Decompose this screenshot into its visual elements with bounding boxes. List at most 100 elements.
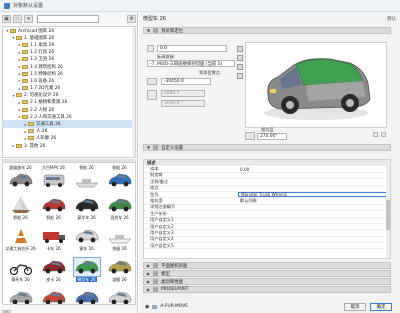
row-value[interactable] <box>238 230 390 235</box>
cancel-button[interactable]: 取消 <box>344 303 366 311</box>
folder-icon <box>22 42 28 47</box>
section-model[interactable]: ▶ 模型 <box>143 270 391 277</box>
tree-item[interactable]: ▸ 人 26 <box>3 128 135 135</box>
offset-field[interactable]: -30450.0 <box>161 78 211 85</box>
tree-item[interactable]: ▸ 1.5 特殊结构 26 <box>3 70 135 77</box>
dropdown-chevron-icon[interactable]: ▾ <box>24 15 33 23</box>
folder-icon <box>10 28 16 33</box>
object-thumbnail[interactable]: 大巴MPV 26 <box>38 164 69 195</box>
tree-item[interactable]: ▸ 2.2 人物 26 <box>3 106 135 113</box>
floor-plan-view-icon[interactable] <box>237 46 243 52</box>
tree-item[interactable]: ▸ 3. 其他 26 <box>3 142 135 149</box>
object-thumbnail[interactable]: 游艇 26 <box>104 257 135 288</box>
object-thumbnail[interactable]: 豪华车 26 <box>71 195 102 226</box>
tree-item[interactable]: ▸ 1.7 2D元素 26 <box>3 85 135 92</box>
tree-item[interactable]: ▾ Archicad 图库 26 <box>3 27 135 34</box>
section-floor-plan[interactable]: ▶ 平面图和剖面 <box>143 262 391 269</box>
object-thumbnail[interactable]: 帆船 26 <box>5 195 36 226</box>
row-value[interactable]: 默认列表 <box>238 198 390 203</box>
scrollbar-thumb[interactable] <box>386 200 390 230</box>
axonometric-view-icon[interactable] <box>237 55 243 61</box>
elevation-field[interactable]: 0.0 <box>157 45 227 52</box>
tree-item[interactable]: ▸ 1.1 家具 26 <box>3 41 135 48</box>
row-value[interactable] <box>238 237 390 242</box>
library-search-input[interactable] <box>37 15 99 23</box>
object-thumbnail[interactable] <box>38 288 69 304</box>
row-value[interactable] <box>238 186 390 191</box>
collapse-arrow-icon: ▼ <box>147 145 151 150</box>
tree-item[interactable]: ▸ 1.2 灯具 26 <box>3 49 135 56</box>
view-mode-icon[interactable]: ▤ <box>2 309 11 313</box>
ok-button[interactable]: 确定 <box>370 303 392 311</box>
tree-item[interactable]: ▸ 人轮廓 26 <box>3 135 135 142</box>
object-thumbnail[interactable]: 帆船 26 <box>104 164 135 195</box>
angle-field[interactable]: 270.00° <box>257 133 287 140</box>
object-thumbnail[interactable]: 交通工具拉杆 26 <box>5 226 36 257</box>
mirror-icon[interactable] <box>381 132 386 137</box>
object-thumbnail[interactable]: 帆船 26 <box>71 164 102 195</box>
row-value[interactable] <box>238 224 390 229</box>
row-value[interactable] <box>238 205 390 210</box>
tree-item[interactable]: ▸ 1.4 建筑结构 26 <box>3 63 135 70</box>
thumbnail-label: 皮卡 26 <box>46 277 61 282</box>
object-thumbnail[interactable]: 卡车 26 <box>38 226 69 257</box>
object-thumbnail[interactable]: 混合车 26 <box>104 195 135 226</box>
folder-icon[interactable]: ▣ <box>2 15 11 23</box>
section-modelport[interactable]: ▶ MODELPORT <box>143 286 391 293</box>
window-title: 对象默认设置 <box>13 3 44 9</box>
depth-field[interactable]: 1666.0 <box>161 100 205 107</box>
tree-item[interactable]: ▾ 2.3 人和交通工具 26 <box>3 113 135 120</box>
section-category[interactable]: ▶ 类别和性能 <box>143 278 391 285</box>
row-value[interactable]: 0.00 <box>238 166 390 172</box>
object-thumbnail[interactable]: 帆船 26 <box>38 195 69 226</box>
section-preview-positioning[interactable]: ▼ 预览和定位 <box>143 27 391 34</box>
table-scrollbar[interactable] <box>386 160 390 258</box>
front-view-icon[interactable] <box>237 64 243 70</box>
object-thumbnail[interactable]: 快艇 26 <box>104 226 135 257</box>
section-title: 自定义设置 <box>161 145 184 151</box>
object-thumbnail[interactable]: 客车 26 <box>71 226 102 257</box>
favorites-icon[interactable]: ☆ <box>13 15 22 23</box>
visibility-icon[interactable]: ◉ <box>145 304 149 310</box>
object-thumbnail[interactable]: 微型车 26 <box>71 257 102 288</box>
row-value[interactable] <box>238 179 390 184</box>
tree-scrollbar[interactable] <box>132 27 135 157</box>
object-thumbnail[interactable] <box>5 288 36 304</box>
row-value[interactable] <box>238 218 390 223</box>
custom-section-icon <box>153 145 159 150</box>
tree-item[interactable]: ▾ 1. 基础图库 26 <box>3 34 135 41</box>
tree-item[interactable]: ▾ 2. 可视化设计 26 <box>3 92 135 99</box>
tree-item[interactable]: ▸ 交通工具 26 <box>3 120 135 128</box>
tree-item-label: 人 26 <box>36 129 48 135</box>
checkbox-icon[interactable] <box>373 132 378 137</box>
thumbnail-label: 微型车 26 <box>76 277 97 282</box>
section-custom-settings[interactable]: ▼ 自定义设置 <box>143 144 391 151</box>
tree-item[interactable]: ▸ 1.3 卫浴 26 <box>3 56 135 63</box>
tree-item[interactable]: ▸ 1.6 设备 26 <box>3 77 135 84</box>
side-view-icon[interactable] <box>237 73 243 79</box>
layer-dropdown[interactable]: -7. MOD-三四层楼梯剖切面 (当前 5) <box>147 60 235 67</box>
thumbnail-label: 大巴MPV 26 <box>42 165 65 170</box>
row-key: 制造商 <box>150 172 163 178</box>
layer-name[interactable]: A-FUR-MOVE <box>160 304 188 309</box>
row-key: 用户自定义3 <box>150 230 174 235</box>
row-value[interactable]: Monster Truck Wheels <box>238 191 390 198</box>
row-value[interactable] <box>238 243 390 248</box>
settings-gear-icon[interactable]: ⚙ <box>127 15 136 23</box>
row-value[interactable] <box>238 173 390 178</box>
category-section-icon <box>153 279 159 284</box>
tree-item-label: 2. 可视化设计 26 <box>24 93 59 99</box>
object-name: 微型车 26 <box>143 16 166 22</box>
object-thumbnail[interactable]: 超级跑车 26 <box>5 164 36 195</box>
object-thumbnail[interactable]: 摩托车 26 <box>5 257 36 288</box>
width-field[interactable]: 2685.0 <box>161 90 205 97</box>
row-value[interactable] <box>238 160 390 165</box>
row-value[interactable] <box>238 211 390 216</box>
tree-item[interactable]: ▸ 2.1 植物和景观 26 <box>3 99 135 106</box>
object-thumbnail[interactable] <box>104 288 135 304</box>
tree-item-label: 1.1 家具 26 <box>30 42 55 48</box>
object-thumbnail[interactable] <box>71 288 102 304</box>
object-thumbnail[interactable]: 皮卡 26 <box>38 257 69 288</box>
tree-item-label: 1.4 建筑结构 26 <box>30 64 63 70</box>
table-row[interactable]: 用户自定义5 <box>144 243 390 250</box>
